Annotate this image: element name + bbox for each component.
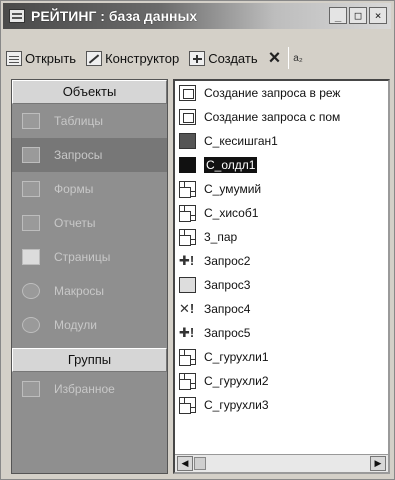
horizontal-scrollbar[interactable]: ◀ ▶ (175, 454, 388, 472)
scroll-thumb[interactable] (194, 457, 206, 470)
list-item[interactable]: Создание запроса с пом (175, 105, 388, 129)
toolbar-separator (288, 47, 290, 69)
maximize-button[interactable]: □ (349, 7, 367, 24)
design-label: Конструктор (105, 50, 180, 66)
group-label: Избранное (54, 382, 115, 396)
list-item-label: С_гурухли3 (204, 398, 269, 412)
open-label: Открыть (25, 50, 77, 66)
list-item-label: Запрос3 (204, 278, 251, 292)
select-query-icon (179, 229, 196, 246)
object-reports[interactable]: Отчеты (12, 206, 167, 240)
select-query-icon (179, 397, 196, 414)
open-icon (6, 50, 22, 66)
delete-query-icon: ✕! (179, 301, 195, 316)
list-item-label: С_умумий (204, 182, 262, 196)
window-controls: _ □ × (329, 7, 387, 24)
design-button[interactable]: Конструктор (83, 49, 182, 68)
list-item-label: С_гурухли2 (204, 374, 269, 388)
page-icon (22, 249, 40, 265)
list-item[interactable]: С_кесишган1 (175, 129, 388, 153)
list-item-label: Создание запроса в реж (204, 86, 341, 100)
minimize-button[interactable]: _ (329, 7, 347, 24)
design-icon (86, 50, 103, 66)
object-pages[interactable]: Страницы (12, 240, 167, 274)
create-button[interactable]: Создать (186, 49, 260, 68)
wizard-icon (179, 85, 196, 101)
append-query-icon: ✚! (179, 325, 195, 340)
list-item-label: С_олдл1 (204, 157, 258, 173)
form-icon (22, 181, 40, 197)
objects-bar: Объекты Таблицы Запросы Формы Отчеты Стр… (11, 79, 168, 474)
group-favorites[interactable]: Избранное (12, 372, 167, 406)
title-bar[interactable]: РЕЙТИНГ : база данных _ □ × (3, 3, 391, 29)
list-item[interactable]: С_гурухли2 (175, 369, 388, 393)
select-query-icon (179, 373, 196, 390)
objects-header[interactable]: Объекты (12, 80, 167, 104)
list-item-label: 3_пар (204, 230, 238, 244)
object-label: Запросы (54, 148, 103, 162)
delete-button[interactable]: × (265, 48, 285, 68)
query-icon (22, 147, 40, 163)
list-item-label: С_кесишган1 (204, 134, 278, 148)
close-button[interactable]: × (369, 7, 387, 24)
list-item[interactable]: 3_пар (175, 225, 388, 249)
black-icon (179, 157, 196, 173)
view-large-icons-button[interactable]: a₂ (293, 53, 302, 64)
list-item[interactable]: С_умумий (175, 177, 388, 201)
scroll-right-icon[interactable]: ▶ (370, 456, 386, 471)
list-item-label: Запрос2 (204, 254, 251, 268)
object-queries[interactable]: Запросы (12, 138, 167, 172)
object-label: Макросы (54, 284, 105, 298)
object-label: Модули (54, 318, 97, 332)
window-title: РЕЙТИНГ : база данных (31, 8, 198, 24)
table-icon (22, 113, 40, 129)
list-item-label: С_хисоб1 (204, 206, 259, 220)
list-item-label: Запрос4 (204, 302, 251, 316)
append-query-icon: ✚! (179, 253, 195, 268)
report-icon (22, 215, 40, 231)
list-item[interactable]: Создание запроса в реж (175, 81, 388, 105)
list-item[interactable]: ✚! Запрос5 (175, 321, 388, 345)
object-label: Отчеты (54, 216, 96, 230)
select-query-icon (179, 181, 196, 198)
list-item[interactable]: ✚! Запрос2 (175, 249, 388, 273)
list-item[interactable]: ✕! Запрос4 (175, 297, 388, 321)
list-item[interactable]: Запрос3 (175, 273, 388, 297)
object-forms[interactable]: Формы (12, 172, 167, 206)
create-label: Создать (208, 50, 258, 66)
macro-icon (22, 283, 40, 299)
list-item[interactable]: С_олдл1 (175, 153, 388, 177)
object-tables[interactable]: Таблицы (12, 104, 167, 138)
list-item-label: С_гурухли1 (204, 350, 269, 364)
wizard-icon (179, 109, 196, 125)
object-list: Создание запроса в реж Создание запроса … (173, 79, 390, 474)
crosstab-icon (179, 133, 196, 149)
object-macros[interactable]: Макросы (12, 274, 167, 308)
database-icon (9, 9, 25, 23)
object-label: Таблицы (54, 114, 104, 128)
open-button[interactable]: Открыть (3, 49, 79, 68)
update-query-icon (179, 277, 196, 293)
object-modules[interactable]: Модули (12, 308, 167, 342)
list-item[interactable]: С_гурухли3 (175, 393, 388, 417)
module-icon (22, 317, 40, 333)
favorites-icon (22, 381, 40, 397)
list-item[interactable]: С_хисоб1 (175, 201, 388, 225)
groups-header[interactable]: Группы (12, 348, 167, 372)
scroll-left-icon[interactable]: ◀ (177, 456, 193, 471)
create-icon (189, 50, 206, 66)
toolbar: Открыть Конструктор Создать × a₂ (3, 41, 395, 75)
list-item-label: Создание запроса с пом (204, 110, 341, 124)
list-item-label: Запрос5 (204, 326, 251, 340)
database-window: РЕЙТИНГ : база данных _ □ × Открыть Конс… (0, 0, 395, 480)
select-query-icon (179, 349, 196, 366)
select-query-icon (179, 205, 196, 222)
object-label: Формы (54, 182, 94, 196)
list-item[interactable]: С_гурухли1 (175, 345, 388, 369)
object-label: Страницы (54, 250, 111, 264)
